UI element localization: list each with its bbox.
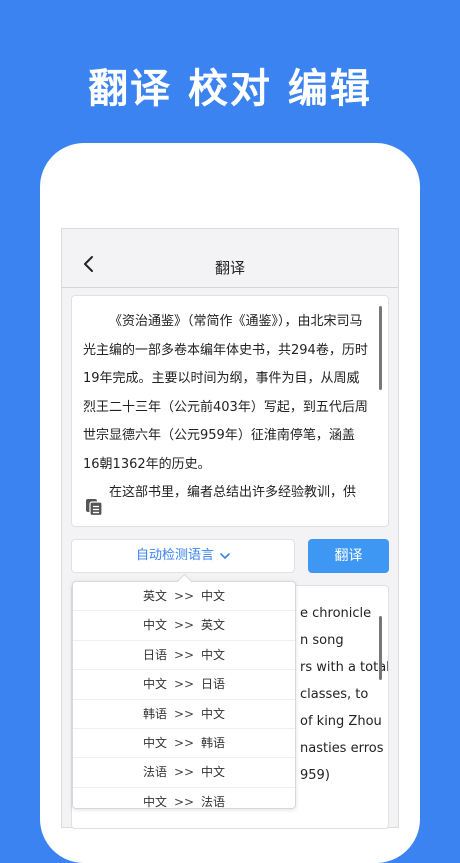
translate-button[interactable]: 翻译 — [308, 539, 389, 573]
option-to: 中文 — [200, 589, 225, 603]
option-separator: >> — [173, 765, 195, 780]
nav-bar: 翻译 — [62, 229, 398, 288]
source-paragraph: 《资治通鉴》（常简作《通鉴》），由北宋司马光主编的一部多卷本编年体史书，共294… — [83, 314, 368, 472]
source-text: 《资治通鉴》（常简作《通鉴》），由北宋司马光主编的一部多卷本编年体史书，共294… — [83, 308, 371, 508]
result-line: rs with a total — [300, 660, 389, 675]
option-to: 英文 — [200, 618, 225, 633]
source-text-area[interactable]: 《资治通鉴》（常简作《通鉴》），由北宋司马光主编的一部多卷本编年体史书，共294… — [71, 295, 389, 527]
option-from: 中文 — [142, 735, 167, 750]
option-from: 法语 — [142, 765, 167, 780]
language-option[interactable]: 中文 >> 英文 — [73, 611, 295, 641]
option-from: 中文 — [142, 677, 167, 692]
language-option[interactable]: 法语 >> 中文 — [73, 758, 295, 788]
language-option[interactable]: 日语 >> 中文 — [73, 641, 295, 671]
result-line: e chronicle — [300, 606, 372, 621]
copy-icon[interactable] — [85, 498, 103, 516]
result-line: of king Zhou — [300, 714, 382, 729]
option-from: 韩语 — [142, 706, 167, 721]
option-from: 日语 — [142, 647, 167, 662]
app-screen: 翻译 《资治通鉴》（常简作《通鉴》），由北宋司马光主编的一部多卷本编年体史书，共… — [61, 228, 399, 829]
result-line: 959) — [300, 768, 330, 783]
language-option[interactable]: 中文 >> 韩语 — [73, 729, 295, 759]
language-dropdown: 英文 >> 中文 中文 >> 英文 日语 >> 中文 中文 >> 日语 韩语 >> 中文 中文 >> 韩… — [72, 573, 296, 809]
language-option[interactable]: 韩语 >> 中文 — [73, 700, 295, 729]
option-to: 中文 — [200, 706, 225, 721]
option-separator: >> — [173, 735, 195, 750]
banner-headline: 翻译 校对 编辑 — [88, 66, 372, 112]
option-to: 中文 — [200, 647, 225, 662]
result-scrollbar[interactable] — [379, 616, 382, 680]
language-select-label: 自动检测语言 — [135, 548, 214, 563]
result-line: nasties erros — [300, 741, 384, 756]
language-option[interactable]: 中文 >> 日语 — [73, 670, 295, 700]
option-from: 中文 — [142, 618, 167, 633]
result-text: e chronicle n song rs with a total class… — [300, 600, 389, 789]
chevron-down-icon — [220, 552, 230, 559]
option-from: 英文 — [142, 589, 167, 603]
option-separator: >> — [173, 647, 195, 662]
option-to: 法语 — [200, 794, 225, 809]
language-option[interactable]: 中文 >> 法语 — [73, 788, 295, 816]
option-separator: >> — [173, 589, 195, 603]
option-separator: >> — [173, 706, 195, 721]
option-separator: >> — [173, 618, 195, 633]
option-separator: >> — [173, 794, 195, 809]
language-option[interactable]: 英文 >> 中文 — [73, 582, 295, 612]
option-to: 中文 — [200, 765, 225, 780]
option-to: 韩语 — [200, 735, 225, 750]
option-from: 中文 — [142, 794, 167, 809]
source-paragraph: 在这部书里，编者总结出许多经验教训，供 — [109, 485, 357, 500]
result-line: classes, to — [300, 687, 369, 702]
result-line: n song — [300, 633, 344, 648]
option-separator: >> — [173, 677, 195, 692]
option-to: 日语 — [200, 677, 225, 692]
page-title: 翻译 — [214, 259, 245, 277]
source-scrollbar[interactable] — [379, 306, 382, 390]
language-select[interactable]: 自动检测语言 — [71, 539, 295, 573]
